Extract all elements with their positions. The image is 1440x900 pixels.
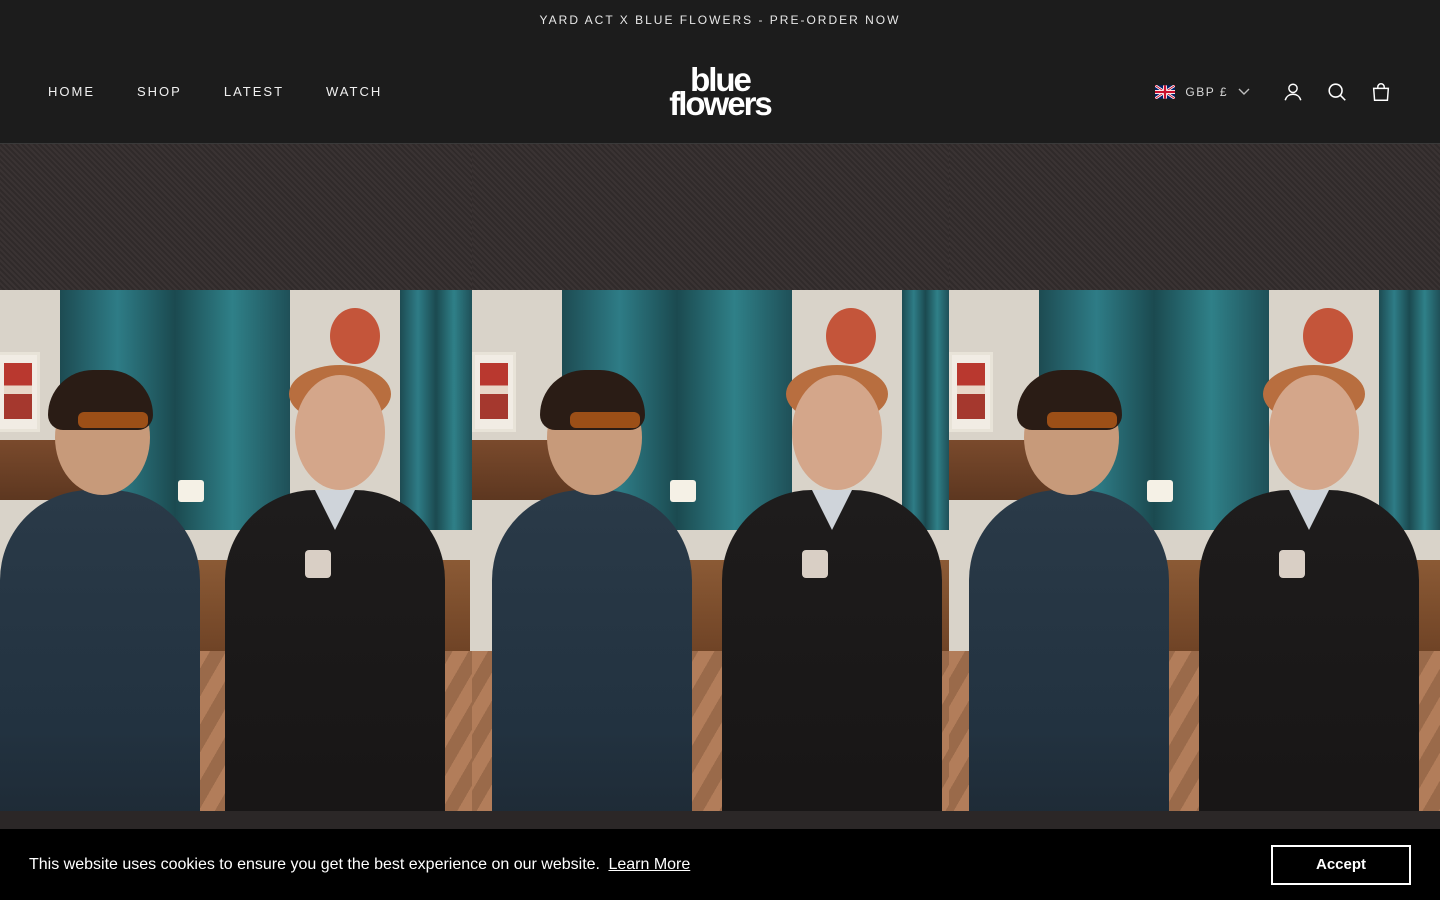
accept-cookies-button[interactable]: Accept <box>1271 844 1411 885</box>
hero-collage[interactable] <box>0 144 1440 829</box>
main-nav: HOME SHOP LATEST WATCH <box>48 84 382 99</box>
cart-icon <box>1372 82 1390 101</box>
search-button[interactable] <box>1326 81 1348 103</box>
account-icon <box>1284 82 1302 100</box>
hero-panel <box>472 144 949 829</box>
currency-label: GBP £ <box>1185 84 1228 99</box>
site-header: HOME SHOP LATEST WATCH blue flowers GBP … <box>0 40 1440 144</box>
announcement-text[interactable]: YARD ACT X BLUE FLOWERS - PRE-ORDER NOW <box>540 13 901 27</box>
nav-watch[interactable]: WATCH <box>326 84 382 99</box>
currency-selector[interactable]: GBP £ <box>1155 84 1250 99</box>
header-actions: GBP £ <box>1155 81 1392 103</box>
uk-flag-icon <box>1155 84 1176 99</box>
chevron-down-icon <box>1238 88 1250 95</box>
hero-panel <box>949 144 1440 829</box>
cookie-banner: This website uses cookies to ensure you … <box>0 829 1440 900</box>
nav-shop[interactable]: SHOP <box>137 84 182 99</box>
search-icon <box>1328 82 1346 101</box>
site-logo[interactable]: blue flowers <box>669 63 773 122</box>
account-button[interactable] <box>1282 81 1304 103</box>
cart-button[interactable] <box>1370 81 1392 103</box>
hero-panel <box>0 144 472 829</box>
cookie-message: This website uses cookies to ensure you … <box>29 855 600 873</box>
nav-home[interactable]: HOME <box>48 84 95 99</box>
cookie-message-wrap: This website uses cookies to ensure you … <box>29 856 690 874</box>
announcement-bar[interactable]: YARD ACT X BLUE FLOWERS - PRE-ORDER NOW <box>0 0 1440 40</box>
logo-line-2: flowers <box>669 84 773 122</box>
learn-more-link[interactable]: Learn More <box>608 856 690 873</box>
nav-latest[interactable]: LATEST <box>224 84 284 99</box>
